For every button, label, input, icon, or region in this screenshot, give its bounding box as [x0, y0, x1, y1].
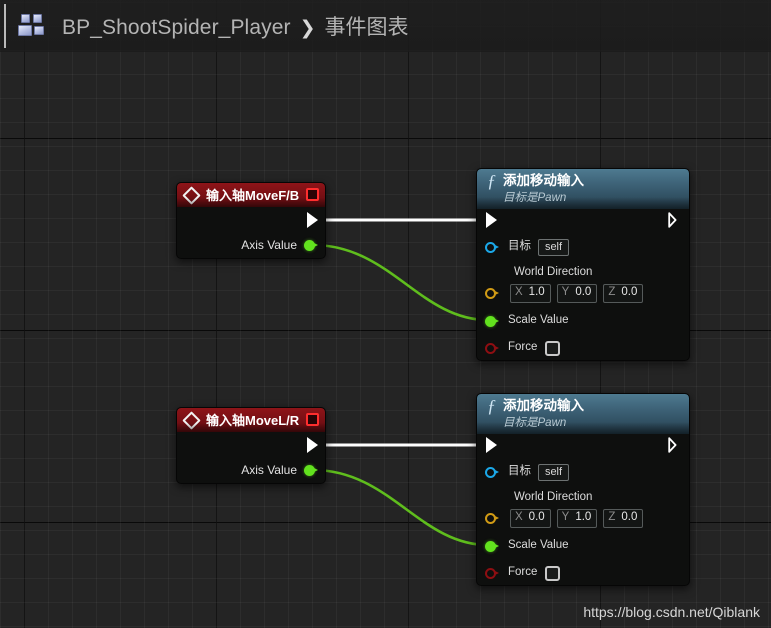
exec-pin-icon [307, 212, 318, 228]
node-header[interactable]: ƒ 添加移动输入 目标是Pawn [477, 394, 689, 434]
node-subtitle: 目标是Pawn [503, 417, 567, 429]
event-diamond-icon [182, 185, 201, 205]
axis-value-x: 1.0 [528, 286, 545, 299]
world-direction-z-field[interactable]: Z 0.0 [603, 508, 644, 528]
float-pin-icon [304, 239, 320, 251]
axis-value-z: 0.0 [621, 286, 638, 299]
axis-label-x: X [515, 286, 523, 299]
axis-label-y: Y [561, 286, 570, 299]
world-direction-label-row: World Direction [514, 265, 592, 281]
object-pin-icon [485, 466, 501, 478]
blueprint-graph-canvas[interactable]: 输入轴MoveF/B Axis Value 输入轴MoveL/R Axis Va… [0, 0, 771, 628]
node-title: 添加移动输入 [503, 398, 584, 414]
node-header[interactable]: 输入轴MoveL/R [177, 408, 325, 432]
exec-pin-icon [307, 437, 318, 453]
axis-value-x: 0.0 [528, 511, 545, 524]
accent-bar [4, 4, 6, 48]
breadcrumb-graph-name[interactable]: 事件图表 [325, 11, 409, 41]
chevron-right-icon: ❯ [299, 18, 316, 39]
axis-label-z: Z [608, 286, 616, 299]
event-diamond-icon [182, 410, 201, 430]
axis-value-z: 0.0 [621, 511, 638, 524]
axis-label-x: X [515, 511, 523, 524]
node-add-movement-input-1[interactable]: ƒ 添加移动输入 目标是Pawn 目标 self World Direction… [476, 168, 690, 361]
world-direction-y-field[interactable]: Y 0.0 [556, 283, 598, 303]
pin-label: World Direction [514, 266, 593, 279]
boolean-pin-icon [485, 342, 501, 354]
pin-axis-value-out[interactable]: Axis Value [241, 237, 320, 253]
world-direction-x-field[interactable]: X 1.0 [510, 283, 551, 303]
pin-label: Scale Value [508, 314, 569, 327]
pin-exec-out[interactable] [668, 212, 680, 228]
pin-exec-out[interactable] [307, 212, 318, 228]
exec-pin-icon [486, 437, 497, 453]
pin-axis-value-out[interactable]: Axis Value [241, 462, 320, 478]
red-square-icon[interactable] [306, 413, 319, 426]
float-pin-icon [304, 464, 320, 476]
exec-pin-outline-icon [668, 212, 680, 228]
pin-label: Force [508, 341, 538, 354]
pin-target[interactable]: 目标 self [485, 463, 569, 481]
vector-pin-icon [485, 287, 501, 299]
pin-target[interactable]: 目标 self [485, 238, 569, 256]
pin-force[interactable]: Force [485, 565, 561, 581]
float-wire-fb [311, 243, 490, 322]
axis-value-y: 1.0 [575, 511, 592, 524]
pin-exec-out[interactable] [307, 437, 318, 453]
pin-label: Axis Value [241, 463, 297, 477]
pin-label: Scale Value [508, 539, 569, 552]
pin-scale-value[interactable]: Scale Value [485, 538, 569, 554]
breadcrumb-blueprint-name[interactable]: BP_ShootSpider_Player [62, 16, 291, 40]
axis-label-z: Z [608, 511, 616, 524]
node-title: 输入轴MoveF/B [206, 187, 300, 203]
pin-exec-in[interactable] [486, 437, 497, 453]
pin-label: World Direction [514, 491, 593, 504]
target-value-field[interactable]: self [538, 463, 569, 481]
pin-exec-out[interactable] [668, 437, 680, 453]
pin-scale-value[interactable]: Scale Value [485, 313, 569, 329]
function-f-icon: ƒ [487, 396, 496, 416]
force-checkbox[interactable] [545, 340, 561, 356]
red-square-icon[interactable] [306, 188, 319, 201]
world-direction-x-field[interactable]: X 0.0 [510, 508, 551, 528]
node-input-axis-move-lr[interactable]: 输入轴MoveL/R Axis Value [176, 407, 326, 484]
pin-force[interactable]: Force [485, 340, 561, 356]
axis-label-y: Y [561, 511, 570, 524]
breadcrumb-bar: BP_ShootSpider_Player ❯ 事件图表 [0, 0, 771, 52]
node-header[interactable]: 输入轴MoveF/B [177, 183, 325, 207]
pin-world-direction[interactable]: X 0.0 Y 1.0 Z 0.0 [485, 508, 644, 528]
world-direction-z-field[interactable]: Z 0.0 [603, 283, 644, 303]
object-pin-icon [485, 241, 501, 253]
breadcrumb: BP_ShootSpider_Player ❯ 事件图表 [62, 11, 409, 41]
node-add-movement-input-2[interactable]: ƒ 添加移动输入 目标是Pawn 目标 self World Direction [476, 393, 690, 586]
float-pin-icon [485, 540, 501, 552]
pin-label: Force [508, 566, 538, 579]
float-wire-lr [311, 468, 490, 547]
pin-label: 目标 [508, 240, 531, 253]
boolean-pin-icon [485, 567, 501, 579]
blueprint-icon [18, 14, 48, 38]
force-checkbox[interactable] [545, 565, 561, 581]
target-value-field[interactable]: self [538, 238, 569, 256]
node-header[interactable]: ƒ 添加移动输入 目标是Pawn [477, 169, 689, 209]
watermark-text: https://blog.csdn.net/Qiblank [583, 604, 760, 620]
node-title: 输入轴MoveL/R [206, 412, 300, 428]
pin-exec-in[interactable] [486, 212, 497, 228]
exec-pin-outline-icon [668, 437, 680, 453]
pin-world-direction[interactable]: X 1.0 Y 0.0 Z 0.0 [485, 283, 644, 303]
node-subtitle: 目标是Pawn [503, 192, 567, 204]
float-pin-icon [485, 315, 501, 327]
function-f-icon: ƒ [487, 171, 496, 191]
axis-value-y: 0.0 [575, 286, 592, 299]
node-title: 添加移动输入 [503, 173, 584, 189]
vector-pin-icon [485, 512, 501, 524]
world-direction-y-field[interactable]: Y 1.0 [556, 508, 598, 528]
pin-label: Axis Value [241, 238, 297, 252]
world-direction-label-row: World Direction [514, 490, 592, 506]
pin-label: 目标 [508, 465, 531, 478]
node-input-axis-move-fb[interactable]: 输入轴MoveF/B Axis Value [176, 182, 326, 259]
exec-pin-icon [486, 212, 497, 228]
